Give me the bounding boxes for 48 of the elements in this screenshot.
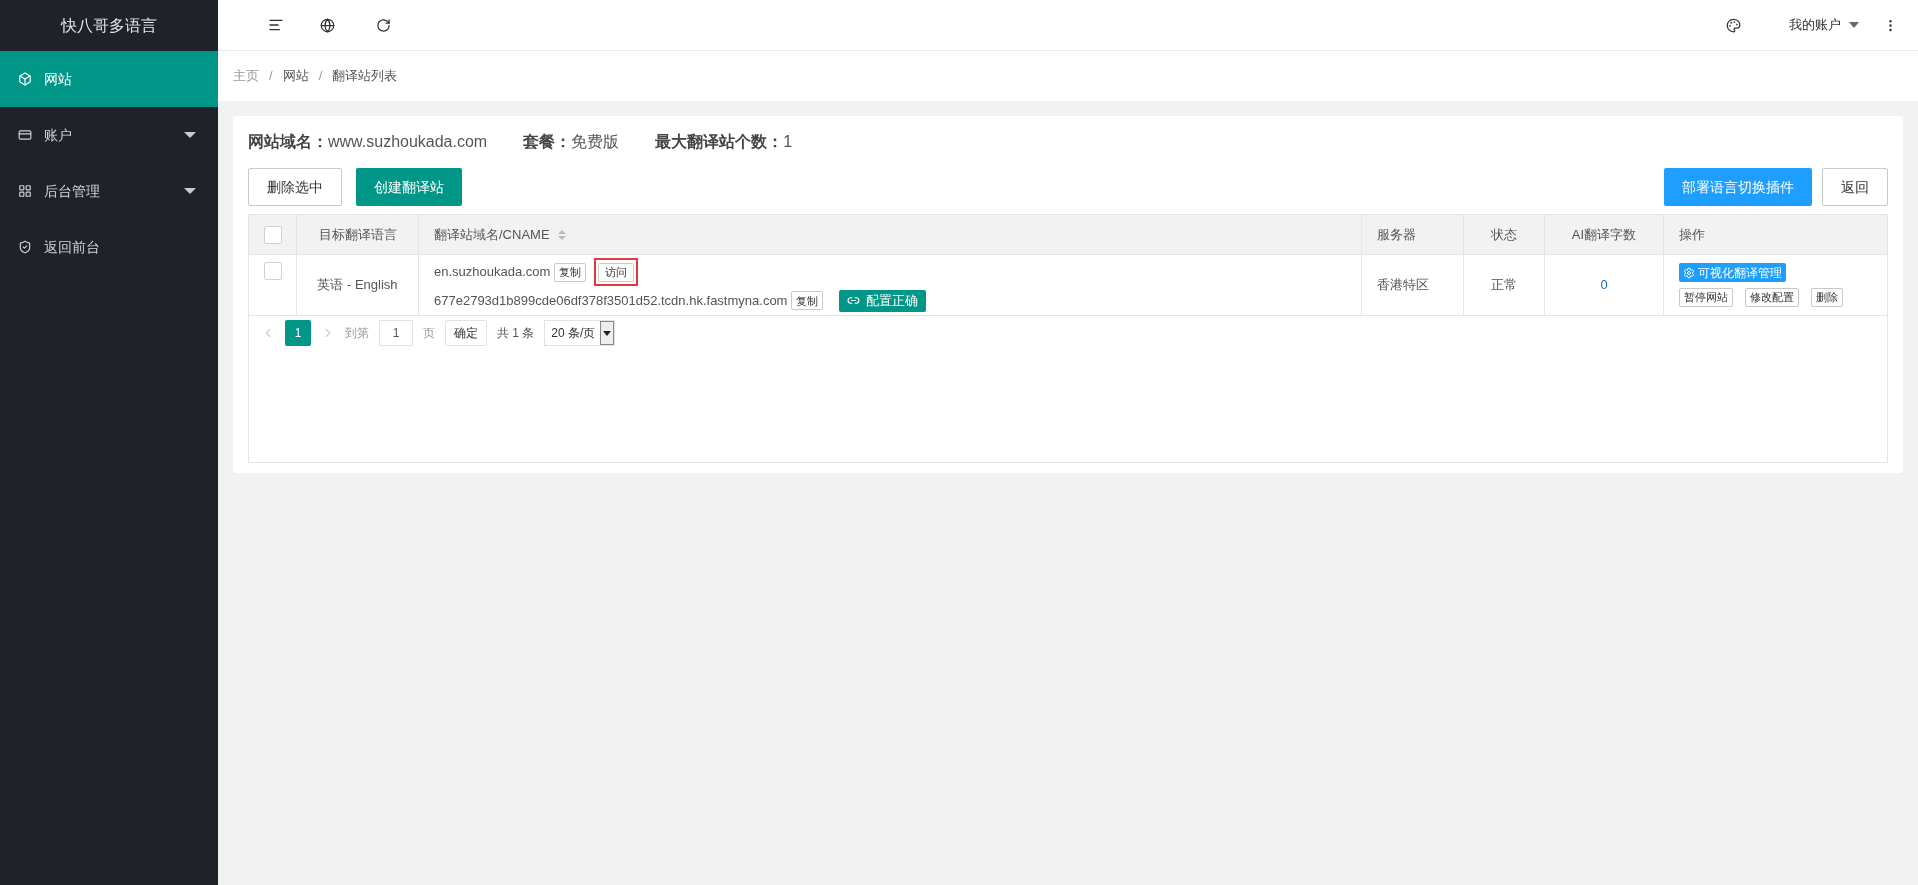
sidebar-item[interactable]: 账户 <box>0 107 218 163</box>
cname-text: 677e2793d1b899cde06df378f3501d52.tcdn.hk.fastmyna.com <box>434 292 788 311</box>
refresh-icon[interactable] <box>376 17 391 33</box>
app-title: 快八哥多语言 <box>59 15 158 36</box>
action-button[interactable]: 创建翻译站 <box>356 168 462 206</box>
action-button[interactable]: 返回 <box>1822 168 1888 206</box>
breadcrumb-separator: / <box>318 67 323 86</box>
page-unit: 页 <box>423 325 435 342</box>
action-button[interactable]: 删除选中 <box>248 168 342 206</box>
column-header: AI翻译字数 <box>1571 225 1637 244</box>
column-header: 翻译站域名/CNAME <box>434 225 550 244</box>
operation-button[interactable]: 修改配置 <box>1745 288 1799 307</box>
breadcrumb-separator: / <box>269 67 273 86</box>
breadcrumb-link[interactable]: 网站 <box>282 66 309 86</box>
gear-icon <box>1683 266 1695 279</box>
page-button[interactable]: 1 <box>285 320 311 346</box>
table-cell-text: 正常 <box>1491 276 1517 295</box>
column-header: 服务器 <box>1377 225 1416 244</box>
info-text: 套餐：免费版 <box>523 132 620 152</box>
goto-label: 到第 <box>345 325 369 342</box>
palette-icon[interactable] <box>1726 17 1741 33</box>
operation-button[interactable]: 暂停网站 <box>1679 288 1733 307</box>
table-cell-text: 香港特区 <box>1377 276 1429 295</box>
select-all-checkbox[interactable] <box>263 225 282 244</box>
page-size-select[interactable]: 20 条/页 <box>544 320 616 346</box>
table-cell-text: 0 <box>1600 276 1608 295</box>
visit-button[interactable]: 访问 <box>598 262 635 282</box>
confirm-button[interactable]: 确定 <box>445 320 487 346</box>
column-header: 状态 <box>1491 225 1517 244</box>
copy-button[interactable]: 复制 <box>554 262 587 282</box>
breadcrumb-link[interactable]: 翻译站列表 <box>332 66 398 86</box>
sidebar-item[interactable]: 返回前台 <box>0 219 218 275</box>
row-checkbox[interactable] <box>263 262 282 280</box>
page-input[interactable]: 1 <box>379 320 413 346</box>
column-header: 操作 <box>1679 225 1705 244</box>
column-header: 目标翻译语言 <box>318 225 397 244</box>
domain-text: en.suzhoukada.com <box>434 263 551 282</box>
total-count: 共 1 条 <box>497 325 535 342</box>
info-text: 网站域名：www.suzhoukada.com <box>248 132 488 152</box>
table-cell-text: 英语 - English <box>317 276 398 295</box>
sidebar-item[interactable]: 网站 <box>0 51 218 107</box>
operation-button[interactable]: 删除 <box>1811 288 1843 307</box>
account-menu[interactable]: 我的账户 <box>1789 15 1859 35</box>
copy-button[interactable]: 复制 <box>791 291 824 311</box>
info-text: 最大翻译站个数：1 <box>655 132 793 152</box>
globe-icon[interactable] <box>320 17 335 33</box>
config-status-badge: 配置正确 <box>839 289 927 312</box>
sidebar-item[interactable]: 后台管理 <box>0 163 218 219</box>
